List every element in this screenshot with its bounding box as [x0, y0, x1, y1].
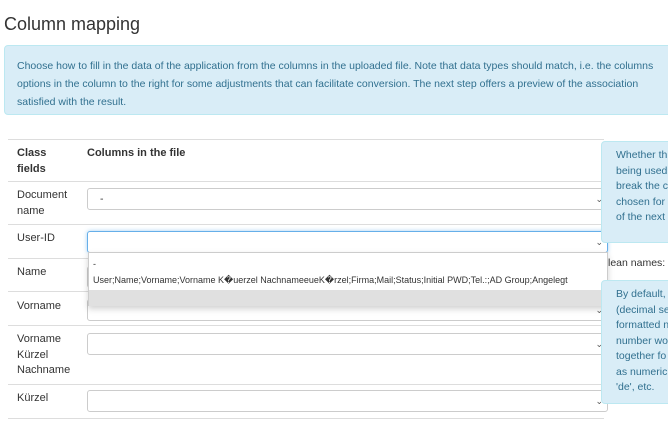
- field-label-vorname-kuerzel-nachname: Vorname Kürzel Nachname: [17, 333, 71, 376]
- field-label-name: Name: [17, 266, 47, 278]
- header-class-fields: Class fields: [17, 147, 47, 175]
- header-columns-in-file: Columns in the file: [87, 147, 186, 159]
- help-box-bottom: By default, (decimal se formatted n numb…: [601, 280, 668, 404]
- row-divider: [8, 384, 604, 385]
- column-select-vorname-kuerzel-nachname[interactable]: ⌄: [87, 333, 608, 355]
- column-select-user-id[interactable]: ⌄: [87, 231, 608, 253]
- row-divider: [8, 325, 604, 326]
- user-id-dropdown-list: - User;Name;Vorname;Vorname K�uerzel Nac…: [88, 252, 608, 306]
- field-label-user-id: User-ID: [17, 232, 55, 244]
- row-divider: [8, 224, 604, 225]
- table-top-border: [8, 139, 604, 140]
- info-alert: Choose how to fill in the data of the ap…: [4, 45, 668, 115]
- row-divider: [8, 418, 604, 419]
- field-label-document-name: Document name: [17, 189, 68, 217]
- column-select-kuerzel[interactable]: ⌄: [87, 390, 608, 412]
- dropdown-option[interactable]: -: [93, 259, 96, 269]
- side-option-label: lean names:: [608, 257, 666, 269]
- help-box-top: Whether th being used break the c chosen…: [601, 141, 668, 243]
- field-label-vorname: Vorname: [17, 300, 62, 312]
- field-label-kuerzel: Kürzel: [17, 392, 49, 404]
- info-text-line: satisfied with the result.: [17, 96, 127, 108]
- info-text-line: Choose how to fill in the data of the ap…: [17, 60, 654, 72]
- dropdown-option-highlighted[interactable]: [89, 290, 607, 306]
- info-text-line: options in the column to the right for s…: [17, 78, 639, 90]
- row-divider: [8, 181, 604, 182]
- page-title: Column mapping: [4, 14, 141, 34]
- column-select-document-name[interactable]: - ⌄: [87, 188, 608, 210]
- dropdown-option[interactable]: User;Name;Vorname;Vorname K�uerzel Nachn…: [93, 275, 568, 286]
